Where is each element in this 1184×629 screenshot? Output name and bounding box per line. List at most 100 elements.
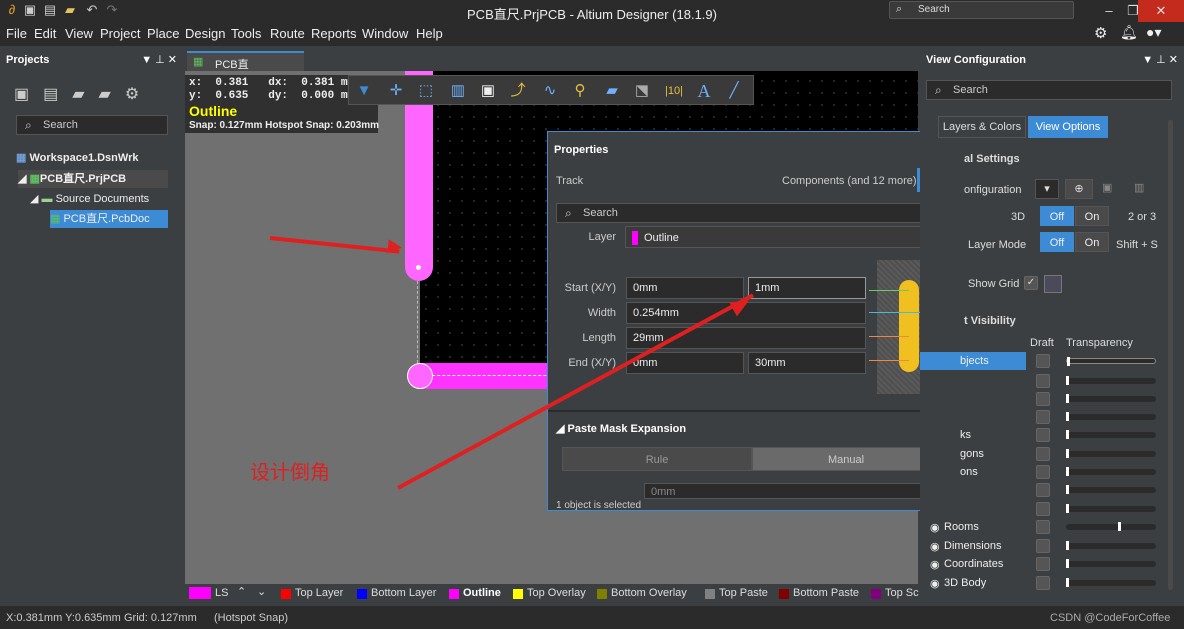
slider-knob[interactable]: [1066, 430, 1069, 439]
transparency-slider[interactable]: [1066, 449, 1156, 458]
menu-help[interactable]: Help: [416, 26, 443, 41]
transparency-slider[interactable]: [1066, 541, 1156, 550]
transparency-slider[interactable]: [1066, 485, 1156, 494]
projects-toolbar[interactable]: ▣▤▰▰⚙: [14, 84, 174, 106]
layer-tab-top-paste[interactable]: Top Paste: [705, 587, 768, 599]
component-icon[interactable]: ▣: [477, 80, 499, 102]
menu-route[interactable]: Route: [270, 26, 305, 41]
settings-gear-icon[interactable]: ⚙: [1094, 24, 1107, 42]
show-grid-checkbox[interactable]: ✓: [1024, 276, 1038, 290]
layer-tab-outline[interactable]: Outline: [449, 587, 501, 599]
draft-checkbox[interactable]: [1036, 410, 1050, 424]
view-config-search-input[interactable]: ⌕ Search: [926, 80, 1172, 100]
line-icon[interactable]: ⬔: [631, 80, 653, 102]
layer-tab-top-layer[interactable]: Top Layer: [281, 587, 343, 599]
slider-knob[interactable]: [1067, 357, 1070, 366]
tree-item-workspace[interactable]: ▦ Workspace1.DsnWrk: [16, 149, 138, 167]
start-x-field[interactable]: 0mm: [626, 277, 744, 299]
menu-project[interactable]: Project: [100, 26, 140, 41]
menu-window[interactable]: Window: [362, 26, 408, 41]
draw-line-icon[interactable]: ╱: [723, 80, 745, 102]
draft-checkbox[interactable]: [1036, 502, 1050, 516]
layer-select[interactable]: Outline ▾: [625, 226, 939, 248]
grid-color-button[interactable]: [1044, 275, 1062, 293]
layer-mode-on-button[interactable]: On: [1075, 232, 1109, 252]
tree-item-source-documents[interactable]: ◢ ▬ Source Documents: [30, 190, 168, 208]
expand-icon[interactable]: ◢: [18, 173, 30, 185]
slider-knob[interactable]: [1066, 467, 1069, 476]
menu-design[interactable]: Design: [185, 26, 225, 41]
save-icon[interactable]: ▣: [1102, 181, 1112, 194]
transparency-slider[interactable]: [1066, 504, 1156, 513]
transparency-slider[interactable]: [1066, 394, 1156, 403]
layer-tab-bottom-overlay[interactable]: Bottom Overlay: [597, 587, 687, 599]
via-icon[interactable]: ⚲: [569, 80, 591, 102]
eye-icon[interactable]: ◉: [930, 577, 940, 590]
transparency-slider[interactable]: [1066, 578, 1156, 587]
tree-item-project[interactable]: ◢ ▦PCB直尺.PrjPCB: [18, 170, 168, 188]
paste-mask-field[interactable]: 0mm: [644, 483, 940, 499]
slider-knob[interactable]: [1066, 485, 1069, 494]
menu-edit[interactable]: Edit: [34, 26, 56, 41]
layer-tab-top-overlay[interactable]: Top Overlay: [513, 587, 586, 599]
corner-junction[interactable]: [407, 363, 433, 389]
projects-search-input[interactable]: ⌕ Search: [16, 115, 168, 135]
menu-reports[interactable]: Reports: [311, 26, 357, 41]
slider-knob[interactable]: [1066, 412, 1069, 421]
eye-icon[interactable]: ◉: [930, 540, 940, 553]
3d-off-button[interactable]: Off: [1040, 206, 1074, 226]
slider-knob[interactable]: [1066, 504, 1069, 513]
slider-knob[interactable]: [1066, 541, 1069, 550]
layer-tab-bottom-layer[interactable]: Bottom Layer: [357, 587, 436, 599]
route-icon[interactable]: ⤴: [507, 80, 529, 102]
draft-checkbox[interactable]: [1036, 539, 1050, 553]
global-search-input[interactable]: ⌕ Search: [889, 1, 1074, 19]
transparency-slider[interactable]: [1066, 467, 1156, 476]
user-account-icon[interactable]: ●▾: [1146, 24, 1161, 41]
tree-item-pcbdoc[interactable]: ▦ PCB直尺.PcbDoc: [50, 210, 168, 228]
eye-icon[interactable]: ◉: [930, 521, 940, 534]
selection-filter-text[interactable]: Components (and 12 more): [782, 175, 917, 187]
close-window-button[interactable]: ✕: [1138, 0, 1184, 22]
draft-checkbox[interactable]: [1036, 428, 1050, 442]
3d-on-button[interactable]: On: [1075, 206, 1109, 226]
layer-tab-bottom-paste[interactable]: Bottom Paste: [779, 587, 859, 599]
draft-checkbox[interactable]: [1036, 465, 1050, 479]
menu-file[interactable]: File: [6, 26, 27, 41]
panel-controls-icon[interactable]: ▼ ⊥ ✕: [1142, 53, 1178, 66]
transparency-slider[interactable]: [1066, 357, 1156, 366]
draft-checkbox[interactable]: [1036, 354, 1050, 368]
rule-button[interactable]: Rule: [562, 447, 752, 471]
filter-icon[interactable]: ▼: [353, 80, 375, 102]
slider-knob[interactable]: [1066, 449, 1069, 458]
scroll-down-icon[interactable]: ⌄: [257, 585, 266, 598]
menu-view[interactable]: View: [65, 26, 93, 41]
draft-checkbox[interactable]: [1036, 576, 1050, 590]
draft-checkbox[interactable]: [1036, 392, 1050, 406]
draft-checkbox[interactable]: [1036, 374, 1050, 388]
end-y-field[interactable]: 30mm: [748, 352, 866, 374]
panel-controls-icon[interactable]: ▼ ⊥ ✕: [141, 53, 177, 66]
slider-knob[interactable]: [1066, 394, 1069, 403]
move-icon[interactable]: ✛: [385, 80, 407, 102]
layer-mode-off-button[interactable]: Off: [1040, 232, 1074, 252]
slider-knob[interactable]: [1066, 559, 1069, 568]
configuration-dropdown[interactable]: ▾: [1035, 179, 1059, 199]
manual-button[interactable]: Manual: [752, 447, 940, 471]
select-icon[interactable]: ⬚: [415, 80, 437, 102]
scroll-up-icon[interactable]: ⌃: [237, 585, 246, 598]
menu-tools[interactable]: Tools: [231, 26, 261, 41]
draft-checkbox[interactable]: [1036, 520, 1050, 534]
layer-set-button[interactable]: LS: [215, 587, 228, 599]
transparency-slider[interactable]: [1066, 559, 1156, 568]
eye-icon[interactable]: ◉: [930, 558, 940, 571]
draft-checkbox[interactable]: [1036, 557, 1050, 571]
slider-knob[interactable]: [1118, 522, 1121, 531]
draft-checkbox[interactable]: [1036, 483, 1050, 497]
menu-place[interactable]: Place: [147, 26, 180, 41]
dimension-icon[interactable]: |10|: [663, 80, 685, 102]
string-icon[interactable]: A: [693, 80, 715, 102]
document-tab[interactable]: ▦ PCB直尺.PcbDoc *: [187, 51, 304, 87]
fill-icon[interactable]: ▰: [601, 80, 623, 102]
transparency-slider[interactable]: [1066, 522, 1156, 531]
